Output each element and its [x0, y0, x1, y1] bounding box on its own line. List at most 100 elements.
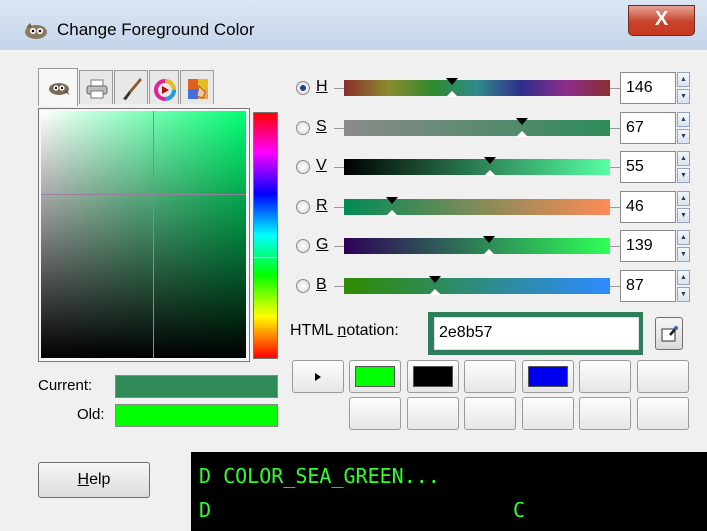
slider-marker-bottom-r	[385, 210, 398, 216]
slider-marker-s[interactable]	[516, 118, 529, 125]
old-label: Old:	[77, 406, 105, 423]
channel-radio-h[interactable]	[296, 81, 310, 95]
slider-marker-b[interactable]	[428, 276, 441, 283]
channel-radio-v[interactable]	[296, 160, 310, 174]
channel-label-b: B	[316, 276, 327, 293]
spin-input-b[interactable]: 87	[620, 270, 676, 302]
channel-radio-s[interactable]	[296, 121, 310, 135]
spin-up-icon[interactable]: ▲	[677, 72, 690, 87]
gimp-icon	[49, 83, 70, 95]
history-swatch-button[interactable]	[637, 397, 689, 430]
spin-input-s[interactable]: 67	[620, 112, 676, 144]
channel-label-s: S	[316, 118, 327, 135]
tab-color-wheel[interactable]	[149, 70, 179, 104]
html-notation-input[interactable]: 2e8b57	[434, 317, 639, 350]
channel-radio-b[interactable]	[296, 279, 310, 293]
play-arrow-icon	[315, 373, 321, 381]
channel-radio-g[interactable]	[296, 239, 310, 253]
slider-marker-v[interactable]	[484, 157, 497, 164]
spin-down-icon[interactable]: ▼	[677, 168, 690, 183]
spin-up-icon[interactable]: ▲	[677, 270, 690, 285]
slider-marker-g[interactable]	[482, 236, 495, 243]
tab-brush[interactable]	[114, 70, 148, 104]
close-icon: X	[654, 8, 669, 30]
spin-arrows-v: ▲ ▼	[677, 151, 690, 183]
spin-down-icon[interactable]: ▼	[677, 287, 690, 302]
tab-printer[interactable]	[79, 70, 113, 104]
history-swatch-button[interactable]	[522, 360, 574, 393]
slider-marker-bottom-g	[482, 249, 495, 255]
channel-label-r: R	[316, 197, 328, 214]
history-swatch-color	[413, 366, 453, 387]
history-swatch-button[interactable]	[464, 360, 516, 393]
spin-down-icon[interactable]: ▼	[677, 208, 690, 223]
slider-h[interactable]	[344, 80, 610, 96]
html-notation-label: HTML notation:	[290, 322, 399, 339]
old-color-swatch	[115, 404, 278, 427]
spin-arrows-r: ▲ ▼	[677, 191, 690, 223]
spin-down-icon[interactable]: ▼	[677, 89, 690, 104]
palette-icon	[188, 79, 208, 99]
slider-g[interactable]	[344, 238, 610, 254]
history-swatch-button[interactable]	[637, 360, 689, 393]
saturation-value-picker[interactable]	[41, 111, 246, 358]
brush-icon	[123, 78, 142, 100]
spin-up-icon[interactable]: ▲	[677, 112, 690, 127]
history-swatch-button[interactable]	[407, 397, 459, 430]
history-arrow-button[interactable]	[292, 360, 344, 393]
history-swatch-button[interactable]	[464, 397, 516, 430]
close-button[interactable]: X	[628, 5, 695, 36]
spin-input-g[interactable]: 139	[620, 230, 676, 262]
spin-arrows-s: ▲ ▼	[677, 112, 690, 144]
title-bar: Change Foreground Color X	[0, 0, 707, 50]
slider-marker-bottom-s	[516, 131, 529, 137]
spin-arrows-g: ▲ ▼	[677, 230, 690, 262]
spin-up-icon[interactable]: ▲	[677, 191, 690, 206]
history-swatch-button[interactable]	[407, 360, 459, 393]
slider-b[interactable]	[344, 278, 610, 294]
color-wheel-icon	[154, 79, 176, 101]
terminal-line-1: D COLOR_SEA_GREEN...	[199, 464, 440, 488]
spin-down-icon[interactable]: ▼	[677, 247, 690, 262]
spin-input-r[interactable]: 46	[620, 191, 676, 223]
slider-marker-h[interactable]	[445, 78, 458, 85]
slider-s[interactable]	[344, 120, 610, 136]
window-title: Change Foreground Color	[57, 20, 255, 39]
history-swatch-button[interactable]	[349, 360, 401, 393]
current-label: Current:	[38, 377, 93, 394]
slider-marker-bottom-b	[428, 289, 441, 295]
history-swatch-button[interactable]	[349, 397, 401, 430]
tab-palette[interactable]	[180, 70, 214, 104]
channel-label-h: H	[316, 78, 328, 95]
slider-marker-r[interactable]	[385, 197, 398, 204]
history-swatch-button[interactable]	[579, 397, 631, 430]
spin-arrows-h: ▲ ▼	[677, 72, 690, 104]
terminal-overlay: D COLOR_SEA_GREEN... D C	[191, 452, 707, 531]
tab-gimp[interactable]	[38, 68, 78, 106]
slider-marker-bottom-h	[445, 91, 458, 97]
hue-marker	[254, 257, 277, 258]
channel-label-g: G	[316, 236, 329, 253]
crosshair-vertical	[153, 111, 154, 358]
history-swatch-button[interactable]	[579, 360, 631, 393]
color-picker-button[interactable]	[655, 317, 683, 350]
crosshair-horizontal	[41, 194, 246, 195]
printer-icon	[86, 79, 108, 99]
hue-strip[interactable]	[253, 112, 278, 359]
history-swatch-color	[528, 366, 568, 387]
spin-up-icon[interactable]: ▲	[677, 151, 690, 166]
history-swatch-button[interactable]	[522, 397, 574, 430]
dialog-window: Change Foreground Color X H 146 ▲ ▼ S 67…	[0, 0, 707, 531]
spin-down-icon[interactable]: ▼	[677, 129, 690, 144]
eyedropper-icon	[661, 326, 678, 342]
help-button[interactable]: Help	[38, 462, 150, 498]
history-swatch-color	[355, 366, 395, 387]
slider-marker-bottom-v	[484, 170, 497, 176]
slider-r[interactable]	[344, 199, 610, 215]
spin-input-v[interactable]: 55	[620, 151, 676, 183]
spin-up-icon[interactable]: ▲	[677, 230, 690, 245]
gimp-app-icon	[25, 23, 47, 39]
spin-input-h[interactable]: 146	[620, 72, 676, 104]
slider-v[interactable]	[344, 159, 610, 175]
channel-radio-r[interactable]	[296, 200, 310, 214]
